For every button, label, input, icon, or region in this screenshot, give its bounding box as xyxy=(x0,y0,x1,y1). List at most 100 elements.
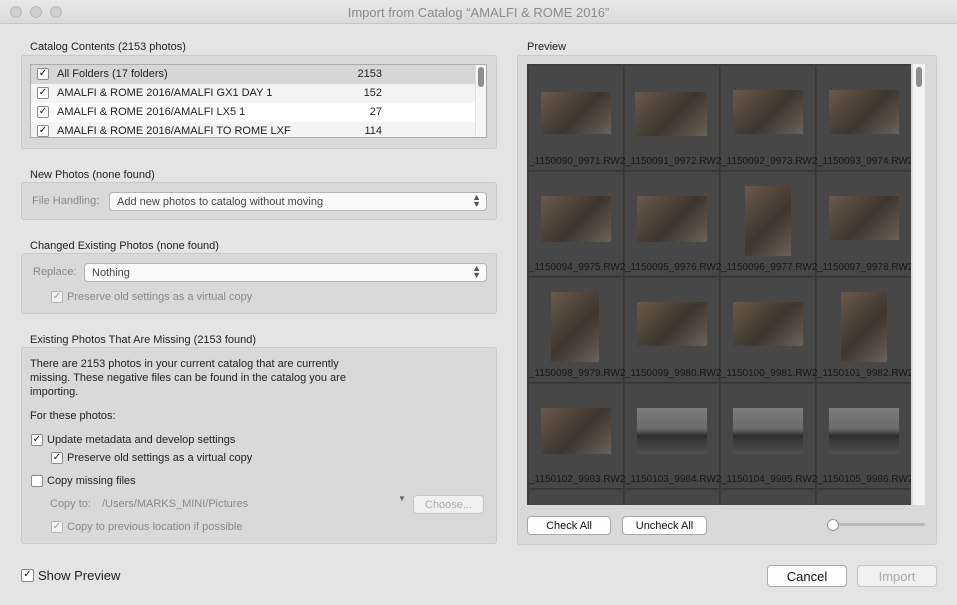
thumbnail-image xyxy=(745,186,791,256)
missing-description-line3: importing. xyxy=(30,386,79,398)
preview-thumbnail-cell[interactable]: _1150104_9985.RW2 xyxy=(721,384,818,489)
thumbnail-image xyxy=(841,292,887,362)
replace-value: Nothing xyxy=(92,267,130,279)
preview-thumbnail-cell[interactable] xyxy=(625,490,720,505)
path-dropdown-icon[interactable]: ▼ xyxy=(398,494,406,503)
preview-thumbnail-cell[interactable]: _1150095_9976.RW2 xyxy=(625,172,722,277)
thumbnail-filename: _1150091_9972.RW2 xyxy=(625,156,722,167)
thumbnail-filename: _1150100_9981.RW2 xyxy=(721,368,818,379)
folder-count: 27 xyxy=(369,106,382,118)
copy-previous-label: Copy to previous location if possible xyxy=(67,521,243,533)
preview-thumbnail-cell[interactable]: _1150091_9972.RW2 xyxy=(625,66,722,171)
file-handling-select[interactable]: Add new photos to catalog without moving… xyxy=(109,192,487,211)
replace-select[interactable]: Nothing ▲ ▼ xyxy=(84,263,487,282)
thumbnail-image xyxy=(551,292,599,362)
preview-grid[interactable]: _1150090_9971.RW2 _1150091_9972.RW2 _11500… xyxy=(527,64,911,505)
folder-row[interactable]: ✓ AMALFI & ROME 2016/AMALFI LX5 1 27 xyxy=(31,103,476,122)
thumbnail-filename: _1150105_9986.RW2 xyxy=(817,474,911,485)
preview-thumbnail-cell[interactable]: _1150101_9982.RW2 xyxy=(817,278,911,383)
changed-preserve-checkbox[interactable]: ✓ xyxy=(51,291,63,303)
folder-list[interactable]: ✓ All Folders (17 folders) 2153 ✓ AMALFI… xyxy=(30,64,487,138)
folder-row[interactable]: ✓ AMALFI & ROME 2016/AMALFI TO ROME LXF … xyxy=(31,122,476,137)
preview-thumbnail-cell[interactable] xyxy=(721,490,816,505)
folder-checkbox[interactable]: ✓ xyxy=(37,106,49,118)
update-metadata-checkbox[interactable]: ✓ xyxy=(31,434,43,446)
preview-thumbnail-cell[interactable]: _1150093_9974.RW2 xyxy=(817,66,911,171)
folder-checkbox[interactable]: ✓ xyxy=(37,68,49,80)
show-preview-label: Show Preview xyxy=(38,568,121,583)
copy-missing-checkbox[interactable] xyxy=(31,475,43,487)
missing-preserve-checkbox[interactable]: ✓ xyxy=(51,452,63,464)
preview-thumbnail-cell[interactable]: _1150094_9975.RW2 xyxy=(529,172,626,277)
folder-name: AMALFI & ROME 2016/AMALFI TO ROME LXF xyxy=(57,125,291,137)
for-these-photos-label: For these photos: xyxy=(30,410,116,422)
import-button[interactable]: Import xyxy=(857,565,937,587)
preview-scrollbar[interactable] xyxy=(912,64,925,505)
update-metadata-label: Update metadata and develop settings xyxy=(47,434,236,446)
preview-thumbnail-cell[interactable]: _1150099_9980.RW2 xyxy=(625,278,721,383)
preview-thumbnail-cell[interactable]: _1150090_9971.RW2 xyxy=(529,66,626,171)
thumbnail-filename: _1150104_9985.RW2 xyxy=(721,474,818,485)
thumbnail-filename: _1150095_9976.RW2 xyxy=(625,262,722,273)
thumbnail-image xyxy=(733,302,803,346)
thumbnail-size-slider[interactable] xyxy=(833,523,925,526)
new-photos-label: New Photos (none found) xyxy=(30,169,155,181)
scrollbar-thumb[interactable] xyxy=(916,67,922,87)
thumbnail-filename: _1150101_9982.RW2 xyxy=(817,368,911,379)
preview-thumbnail-cell[interactable]: _1150096_9977.RW2 xyxy=(721,172,818,277)
folder-row[interactable]: ✓ All Folders (17 folders) 2153 xyxy=(31,65,476,84)
thumbnail-image xyxy=(829,196,899,240)
thumbnail-image xyxy=(733,408,803,454)
preview-thumbnail-cell[interactable] xyxy=(529,490,624,505)
changed-photos-label: Changed Existing Photos (none found) xyxy=(30,240,219,252)
cancel-button[interactable]: Cancel xyxy=(767,565,847,587)
thumbnail-image xyxy=(637,408,707,454)
preview-thumbnail-cell[interactable]: _1150102_9983.RW2 xyxy=(529,384,626,489)
preview-label: Preview xyxy=(527,41,567,53)
copy-previous-checkbox[interactable]: ✓ xyxy=(51,521,63,533)
check-all-button[interactable]: Check All xyxy=(527,516,611,535)
missing-description-line2: missing. These negative files can be fou… xyxy=(30,372,346,384)
chevron-updown-icon: ▲ ▼ xyxy=(472,263,481,280)
folder-name: AMALFI & ROME 2016/AMALFI GX1 DAY 1 xyxy=(57,87,273,99)
uncheck-all-button[interactable]: Uncheck All xyxy=(622,516,707,535)
preview-thumbnail-cell[interactable]: _1150103_9984.RW2 xyxy=(625,384,722,489)
thumbnail-filename: _1150090_9971.RW2 xyxy=(529,156,626,167)
preview-thumbnail-cell[interactable]: _1150092_9973.RW2 xyxy=(721,66,817,171)
folder-name: AMALFI & ROME 2016/AMALFI LX5 1 xyxy=(57,106,246,118)
folder-count: 2153 xyxy=(357,68,382,80)
replace-label: Replace: xyxy=(33,266,77,278)
thumbnail-size-slider-knob[interactable] xyxy=(827,519,839,531)
preview-thumbnail-cell[interactable]: _1150105_9986.RW2 xyxy=(817,384,911,489)
thumbnail-image xyxy=(541,196,611,242)
thumbnail-filename: _1150096_9977.RW2 xyxy=(721,262,818,273)
folder-checkbox[interactable]: ✓ xyxy=(37,125,49,137)
show-preview-checkbox[interactable]: ✓ xyxy=(21,569,34,582)
copy-missing-label: Copy missing files xyxy=(47,475,136,487)
thumbnail-filename: _1150103_9984.RW2 xyxy=(625,474,722,485)
folder-list-scrollbar[interactable] xyxy=(475,65,486,137)
thumbnail-image xyxy=(541,92,611,134)
preview-thumbnail-cell[interactable]: _1150100_9981.RW2 xyxy=(721,278,818,383)
title-bar: Import from Catalog “AMALFI & ROME 2016” xyxy=(0,0,957,24)
folder-count: 114 xyxy=(364,125,382,137)
thumbnail-filename: _1150094_9975.RW2 xyxy=(529,262,626,273)
chevron-updown-icon: ▲ ▼ xyxy=(472,192,481,209)
copy-to-path: /Users/MARKS_MINI/Pictures xyxy=(102,498,249,510)
folder-checkbox[interactable]: ✓ xyxy=(37,87,49,99)
file-handling-value: Add new photos to catalog without moving xyxy=(117,196,324,208)
file-handling-label: File Handling: xyxy=(32,195,100,207)
catalog-contents-label: Catalog Contents (2153 photos) xyxy=(30,41,186,53)
preview-thumbnail-cell[interactable]: _1150097_9978.RW2 xyxy=(817,172,911,277)
thumbnail-filename: _1150102_9983.RW2 xyxy=(529,474,626,485)
window-title: Import from Catalog “AMALFI & ROME 2016” xyxy=(347,5,610,20)
scrollbar-thumb[interactable] xyxy=(478,67,484,87)
folder-row[interactable]: ✓ AMALFI & ROME 2016/AMALFI GX1 DAY 1 15… xyxy=(31,84,476,103)
thumbnail-filename: _1150097_9978.RW2 xyxy=(817,262,911,273)
preview-thumbnail-cell[interactable]: _1150098_9979.RW2 xyxy=(529,278,625,383)
thumbnail-image xyxy=(635,92,707,136)
thumbnail-image xyxy=(637,302,707,346)
choose-button[interactable]: Choose... xyxy=(413,495,484,514)
preview-thumbnail-cell[interactable] xyxy=(817,490,911,505)
thumbnail-image xyxy=(541,408,611,454)
